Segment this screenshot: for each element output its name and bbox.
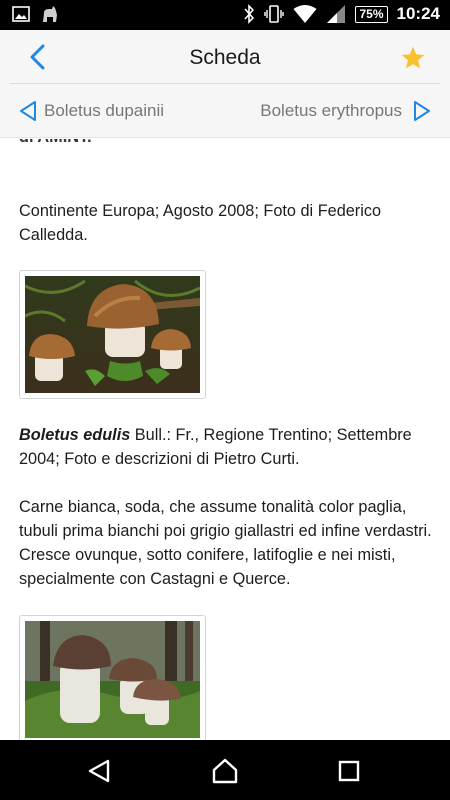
prev-species-label: Boletus dupainii: [44, 101, 165, 120]
photo-caption-2: Boletus edulis Bull.: Fr., Regione Trent…: [19, 423, 435, 471]
clock: 10:24: [396, 4, 440, 23]
status-bar: 75% 10:24: [0, 0, 450, 30]
vibrate-icon: [264, 5, 285, 23]
wifi-icon: [293, 5, 317, 23]
recents-icon[interactable]: [338, 760, 360, 782]
star-icon[interactable]: [400, 45, 426, 71]
home-icon[interactable]: [211, 757, 239, 785]
signal-icon: [327, 5, 346, 23]
android-icon: [43, 6, 57, 22]
system-navigation-bar: [0, 740, 450, 800]
truncated-text: di AMINT.: [19, 139, 92, 149]
next-species-button[interactable]: Boletus erythropus: [260, 100, 432, 122]
triangle-left-icon: [20, 101, 36, 121]
species-detail-content[interactable]: di AMINT. Continente Europa; Agosto 2008…: [0, 139, 450, 741]
triangle-right-icon: [414, 101, 430, 121]
battery-indicator: 75%: [355, 5, 388, 23]
app-bar: Scheda: [0, 30, 450, 85]
species-name: Boletus edulis: [19, 426, 131, 444]
bluetooth-icon: [244, 4, 255, 24]
back-triangle-icon[interactable]: [86, 758, 112, 784]
species-nav-bar: Boletus dupainii Boletus erythropus: [0, 84, 450, 138]
mushroom-photo-1[interactable]: [19, 270, 206, 399]
page-title: Scheda: [189, 46, 261, 69]
mushroom-photo-2[interactable]: [19, 615, 206, 741]
photo-caption-1: Continente Europa; Agosto 2008; Foto di …: [19, 202, 382, 244]
prev-species-button[interactable]: Boletus dupainii: [18, 100, 164, 122]
next-species-label: Boletus erythropus: [260, 101, 402, 120]
image-icon: [12, 6, 30, 22]
description-text: Carne bianca, soda, che assume tonalità …: [19, 498, 432, 588]
